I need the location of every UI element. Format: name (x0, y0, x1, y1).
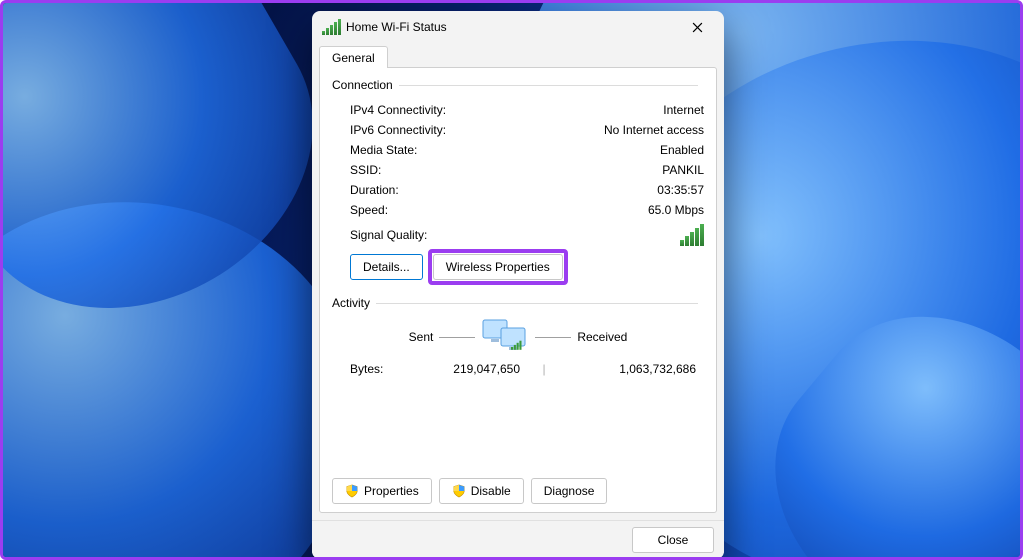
ipv4-value: Internet (663, 103, 704, 117)
close-button[interactable]: Close (632, 527, 714, 553)
wifi-signal-icon (322, 19, 338, 35)
title-bar[interactable]: Home Wi-Fi Status (312, 11, 724, 43)
connection-heading: Connection (332, 78, 393, 92)
divider: | (520, 362, 568, 376)
signal-quality-label: Signal Quality: (350, 228, 427, 242)
received-label: Received (577, 330, 627, 344)
tab-panel-general: Connection IPv4 Connectivity: Internet IP… (319, 67, 717, 513)
wireless-properties-button[interactable]: Wireless Properties (433, 254, 563, 280)
bytes-sent-value: 219,047,650 (420, 362, 520, 376)
ssid-value: PANKIL (662, 163, 704, 177)
disable-button-label: Disable (471, 484, 511, 498)
ssid-label: SSID: (350, 163, 381, 177)
tab-general[interactable]: General (319, 46, 388, 68)
ipv6-label: IPv6 Connectivity: (350, 123, 446, 137)
bytes-label: Bytes: (350, 362, 420, 376)
window-close-button[interactable] (676, 13, 718, 41)
duration-value: 03:35:57 (657, 183, 704, 197)
connection-group: Connection IPv4 Connectivity: Internet IP… (332, 78, 704, 288)
signal-quality-icon (680, 224, 704, 246)
desktop-background: Home Wi-Fi Status General Connection IPv… (0, 0, 1023, 560)
media-state-value: Enabled (660, 143, 704, 157)
activity-monitors-icon (481, 318, 529, 356)
uac-shield-icon (452, 484, 466, 498)
properties-button-label: Properties (364, 484, 419, 498)
speed-value: 65.0 Mbps (648, 203, 704, 217)
speed-label: Speed: (350, 203, 388, 217)
ipv4-label: IPv4 Connectivity: (350, 103, 446, 117)
tab-strip: General (312, 43, 724, 67)
window-title: Home Wi-Fi Status (346, 20, 676, 34)
uac-shield-icon (345, 484, 359, 498)
properties-button[interactable]: Properties (332, 478, 432, 504)
ipv6-value: No Internet access (604, 123, 704, 137)
diagnose-button[interactable]: Diagnose (531, 478, 608, 504)
disable-button[interactable]: Disable (439, 478, 524, 504)
duration-label: Duration: (350, 183, 399, 197)
details-button[interactable]: Details... (350, 254, 423, 280)
close-icon (692, 22, 703, 33)
media-state-label: Media State: (350, 143, 417, 157)
activity-heading: Activity (332, 296, 370, 310)
sent-label: Sent (409, 330, 434, 344)
bytes-received-value: 1,063,732,686 (568, 362, 704, 376)
wifi-status-dialog: Home Wi-Fi Status General Connection IPv… (312, 11, 724, 559)
wireless-properties-highlight: Wireless Properties (433, 254, 563, 280)
dialog-footer: Close (312, 520, 724, 559)
activity-group: Activity Sent Received (332, 296, 704, 380)
